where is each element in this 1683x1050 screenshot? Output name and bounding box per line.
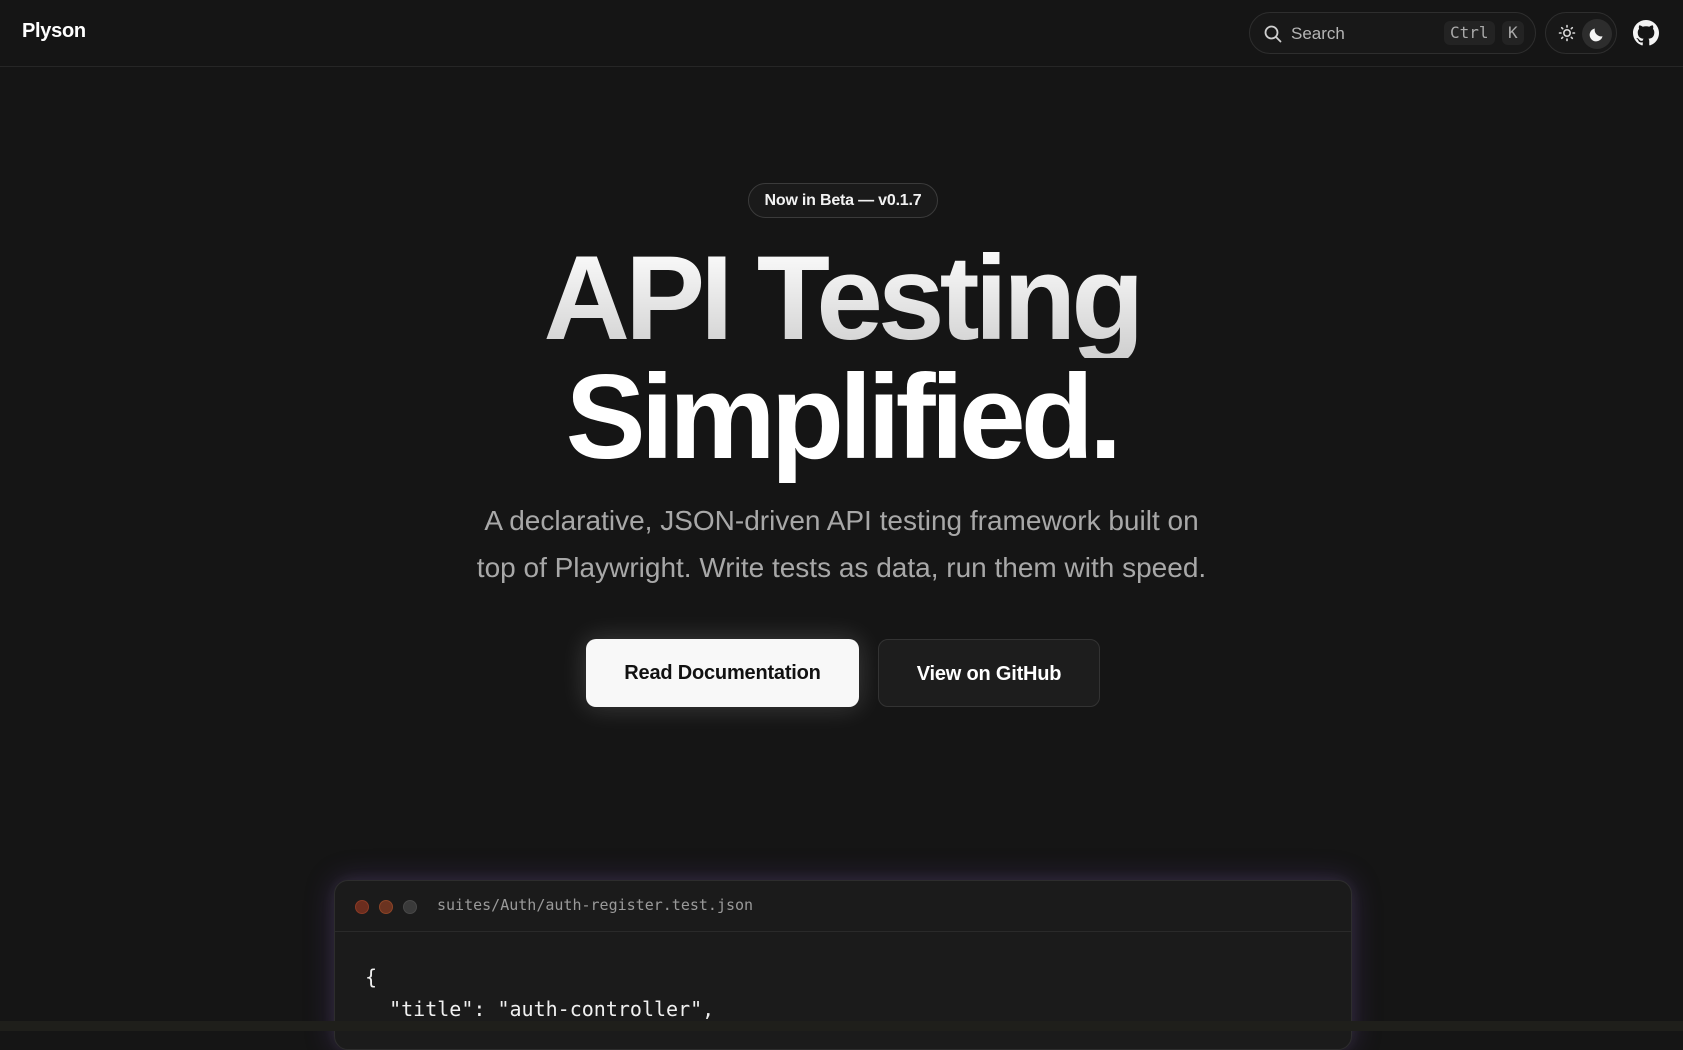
window-minimize-dot [379,900,393,914]
hero-subtitle-line1: A declarative, JSON-driven API testing f… [484,505,1199,536]
view-on-github-button[interactable]: View on GitHub [878,639,1100,707]
page-bottom-edge [0,1021,1683,1031]
window-close-dot [355,900,369,914]
window-maximize-dot [403,900,417,914]
search-icon [1264,25,1282,43]
hero-subtitle-line2: top of Playwright. Write tests as data, … [476,552,1207,583]
shortcut-k-key: K [1502,21,1524,45]
sun-icon[interactable] [1558,24,1576,42]
dark-mode-option[interactable] [1582,19,1612,49]
shortcut-ctrl-key: Ctrl [1444,21,1495,45]
code-filename: suites/Auth/auth-register.test.json [437,896,754,914]
hero-title-line2: Simplified. [565,350,1123,484]
hero-title-line1: API Testing [0,238,1683,358]
code-line: "title": "auth-controller", [365,997,715,1021]
read-documentation-button[interactable]: Read Documentation [586,639,859,707]
code-line: { [365,965,378,989]
github-icon[interactable] [1633,20,1659,46]
brand-logo[interactable]: Plyson [22,20,86,43]
beta-version-badge[interactable]: Now in Beta — v0.1.7 [748,183,938,218]
theme-toggle[interactable] [1545,12,1617,54]
moon-icon [1589,28,1603,42]
search-box[interactable]: Search Ctrl K [1249,12,1536,54]
search-placeholder: Search [1291,24,1345,43]
top-navigation-bar: Plyson Search Ctrl K [0,0,1683,67]
hero-subtitle: A declarative, JSON-driven API testing f… [400,497,1283,591]
code-window-header: suites/Auth/auth-register.test.json [335,881,1351,932]
